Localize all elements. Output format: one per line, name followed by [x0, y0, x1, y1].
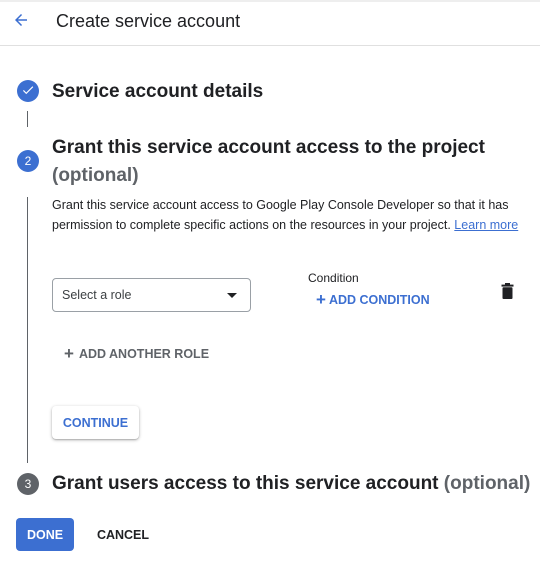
- check-icon: [21, 83, 35, 100]
- step-3-optional-label: (optional): [443, 473, 531, 494]
- header-bar: Create service account: [0, 0, 540, 46]
- trash-icon[interactable]: [500, 283, 515, 299]
- step-3-number-badge: 3: [17, 473, 39, 495]
- add-condition-label: ADD CONDITION: [328, 293, 430, 307]
- role-select-dropdown[interactable]: Select a role: [52, 278, 251, 312]
- step-2-optional-label: (optional): [52, 165, 139, 186]
- cancel-button[interactable]: CANCEL: [90, 518, 156, 551]
- dropdown-arrow-icon: [227, 293, 237, 298]
- add-another-role-label: ADD ANOTHER ROLE: [78, 347, 210, 361]
- add-another-role-button[interactable]: + ADD ANOTHER ROLE: [64, 344, 210, 363]
- learn-more-link[interactable]: Learn more: [454, 218, 518, 232]
- step-1-check-badge: [17, 80, 39, 102]
- arrow-back-icon: [12, 11, 30, 34]
- step-1-title[interactable]: Service account details: [52, 81, 263, 103]
- step-connector-1: [27, 111, 28, 127]
- page-title: Create service account: [56, 11, 241, 31]
- done-button[interactable]: DONE: [16, 518, 74, 551]
- header-shadow: [0, 0, 540, 2]
- condition-label: Condition: [308, 271, 359, 285]
- plus-icon: +: [316, 290, 326, 309]
- step-connector-2: [27, 197, 28, 463]
- grant-description: Grant this service account access to Goo…: [52, 195, 522, 235]
- plus-icon: +: [64, 344, 74, 363]
- step-3-title-text: Grant users access to this service accou…: [52, 473, 439, 494]
- step-3-title[interactable]: Grant users access to this service accou…: [52, 473, 530, 495]
- add-condition-button[interactable]: + ADD CONDITION: [316, 290, 430, 309]
- back-button[interactable]: [8, 9, 34, 35]
- role-select-placeholder: Select a role: [62, 288, 132, 302]
- step-2-title: Grant this service account access to the…: [52, 137, 485, 158]
- grant-description-text: Grant this service account access to Goo…: [52, 198, 509, 232]
- continue-button[interactable]: CONTINUE: [52, 406, 139, 439]
- step-2-number-badge: 2: [17, 150, 39, 172]
